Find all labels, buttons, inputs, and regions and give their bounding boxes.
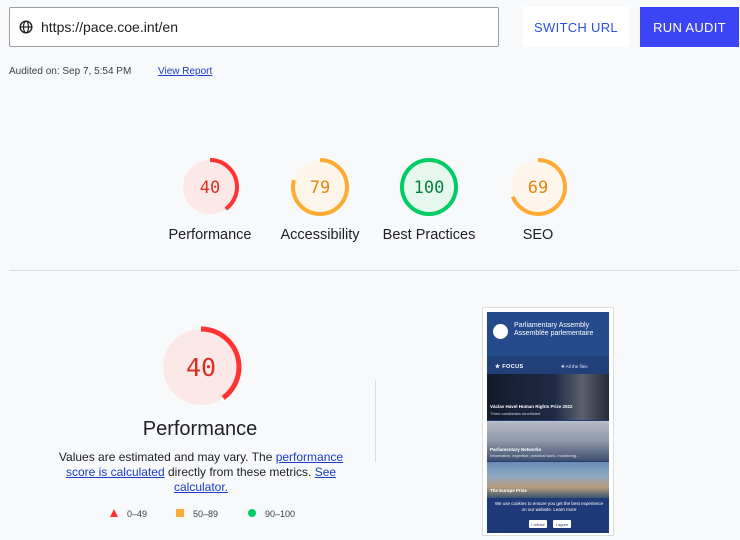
gauge-label: Best Practices [382,227,476,243]
score-ring: 100 [400,158,458,216]
square-icon [176,509,184,519]
gauge-performance[interactable]: 40 Performance [155,156,265,243]
site-header: Parliamentary Assembly Assemblée parleme… [487,312,609,356]
run-audit-button[interactable]: RUN AUDIT [640,7,739,47]
cookie-banner: We use cookies to ensure you get the bes… [487,498,609,533]
switch-url-button[interactable]: SWITCH URL [523,7,629,47]
gauge-label: Performance [168,227,252,243]
cookie-text: We use cookies to ensure you get the bes… [494,501,604,512]
legend-pass: 90–100 [248,509,295,519]
svg-text:69: 69 [528,178,548,198]
top-bar: https://pace.coe.int/en SWITCH URL RUN A… [0,0,740,100]
performance-description: Values are estimated and may vary. The p… [56,450,346,495]
screenshot-screen: Parliamentary Assembly Assemblée parleme… [487,312,609,533]
legend-fail: 0–49 [110,509,147,519]
triangle-icon [110,509,118,519]
url-input[interactable]: https://pace.coe.int/en [9,7,499,47]
performance-title: Performance [142,418,258,440]
view-report-link[interactable]: View Report [158,66,212,77]
score-ring: 79 [291,158,349,216]
svg-text:40: 40 [200,178,220,198]
prize-title: The Europe Prize [490,488,527,493]
legend-average: 50–89 [176,509,218,519]
svg-text:79: 79 [310,178,330,198]
gauge-label: SEO [522,227,554,243]
score-ring-large: 40 [160,326,242,408]
networks-title: Parliamentary Networks [490,447,542,452]
cookie-agree-button: I agree [553,520,571,528]
url-text: https://pace.coe.int/en [41,19,178,35]
legend-label: 90–100 [265,509,296,519]
focus-label: ★ FOCUS [495,364,524,370]
legend-label: 0–49 [127,509,148,519]
legend-label: 50–89 [193,509,219,519]
news-subtitle: Three candidates shortlisted [490,411,541,416]
performance-big-gauge: 40 [158,324,244,410]
score-ring: 69 [509,158,567,216]
desc-text: directly from these metrics. [164,465,315,479]
audited-timestamp: Audited on: Sep 7, 5:54 PM [9,66,132,77]
section-divider [9,270,739,271]
gauge-label: Accessibility [280,227,360,243]
networks-subtitle: Information, expertise, practical tools,… [490,453,580,458]
gauge-best-practices[interactable]: 100 Best Practices [374,156,484,243]
globe-icon [19,20,33,34]
svg-text:100: 100 [414,178,445,198]
gauge-seo[interactable]: 69 SEO [483,156,593,243]
desc-text: Values are estimated and may vary. The [58,450,276,464]
circle-icon [248,509,256,519]
gauge-accessibility[interactable]: 79 Accessibility [265,156,375,243]
score-ring: 40 [181,158,239,216]
site-title: Parliamentary Assembly Assemblée parleme… [514,322,594,337]
all-files-label: ✚ All the files [561,364,588,369]
vertical-divider [375,380,376,462]
page-screenshot-thumbnail[interactable]: Parliamentary Assembly Assemblée parleme… [482,307,614,536]
site-logo-icon [493,324,508,339]
svg-text:40: 40 [186,353,216,382]
news-title: Václav Havel Human Rights Prize 2022 [490,404,573,409]
cookie-refuse-button: I refuse [529,520,547,528]
